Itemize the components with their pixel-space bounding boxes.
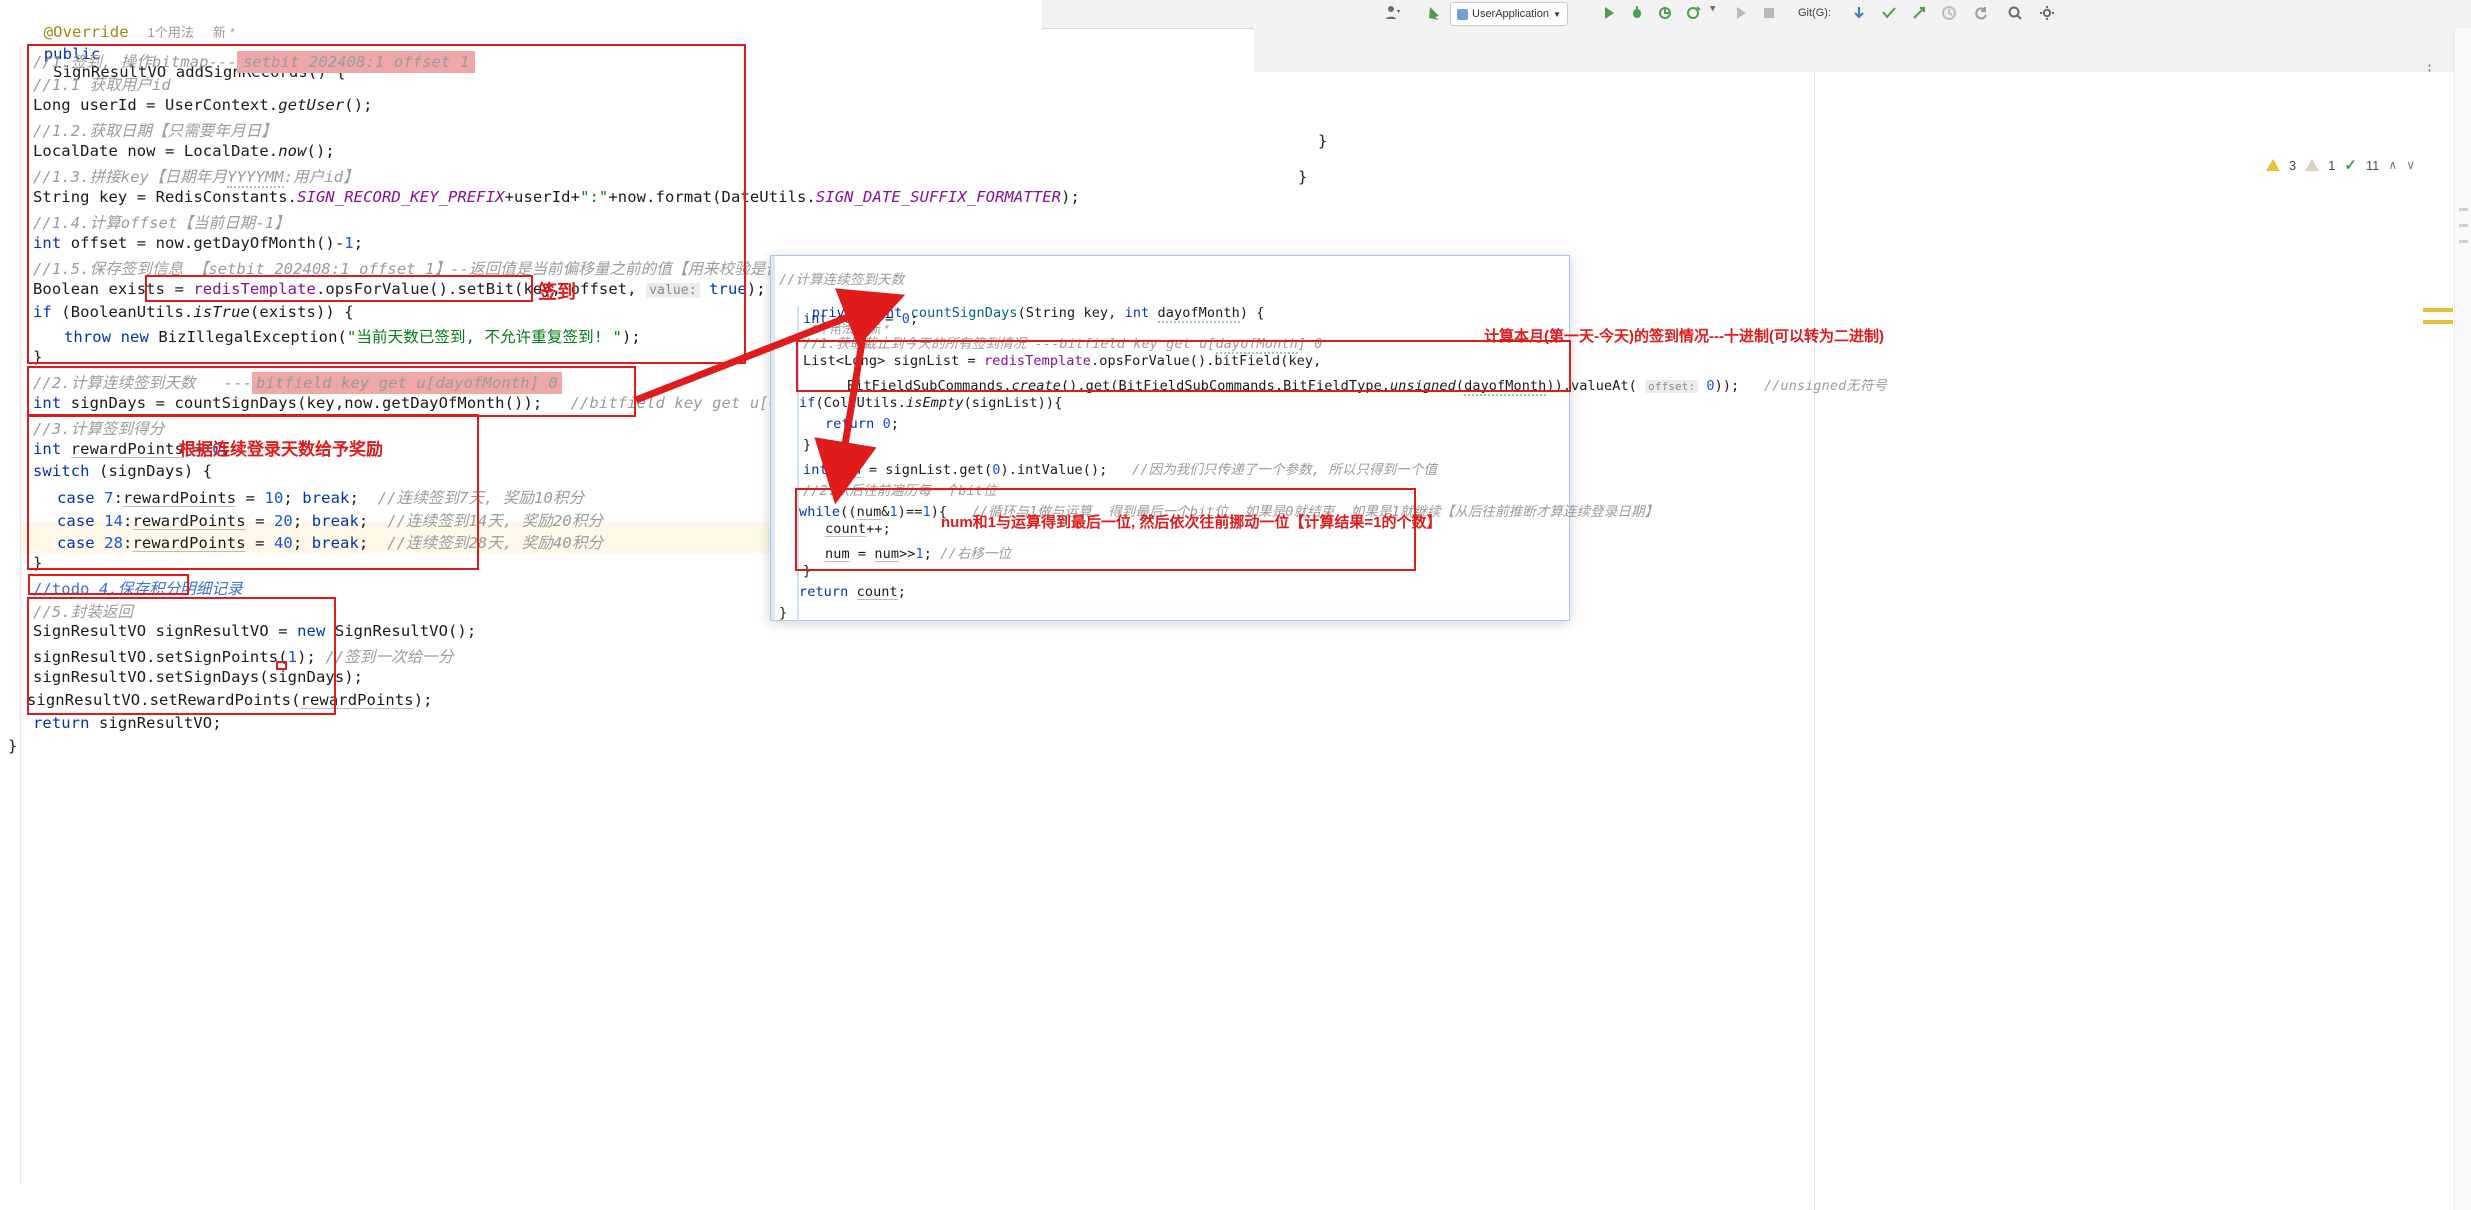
typo-check-icon: ✓	[2344, 156, 2357, 174]
settings-gear-icon[interactable]	[2038, 4, 2056, 22]
annotation-box-step5	[27, 597, 336, 715]
error-count: 3	[2289, 158, 2296, 173]
editor-scrollbar[interactable]	[2454, 28, 2471, 1210]
annotation-box-todo4	[28, 574, 189, 595]
popup-line-close-method: }	[779, 605, 787, 621]
attach-profiler-icon[interactable]	[1384, 4, 1402, 22]
note-bit-and: num和1与运算得到最后一位, 然后依次往前挪动一位【计算结果=1的个数】	[941, 511, 1441, 532]
editor-split-left[interactable]: } }	[1254, 72, 1815, 1210]
profile-button[interactable]	[1684, 4, 1702, 22]
git-update-icon[interactable]	[1850, 4, 1868, 22]
line-close-method: }	[8, 737, 17, 755]
search-icon[interactable]	[2006, 4, 2024, 22]
marker-stripe-tick-2	[2459, 224, 2468, 227]
run-configuration-selector[interactable]: UserApplication ▼	[1450, 2, 1568, 26]
popup-comment-title: //计算连续签到天数	[779, 268, 904, 288]
annotation-box-step1	[27, 44, 746, 364]
editor-split-right[interactable]: 3 1 ✓ 11 ∧ ∨	[1815, 72, 2455, 1210]
marker-stripe-warning-2[interactable]	[2423, 320, 2453, 324]
inspection-widget[interactable]: 3 1 ✓ 11 ∧ ∨	[2266, 156, 2415, 174]
popup-line-return-count: return count;	[799, 584, 906, 600]
ok-count: 11	[2366, 158, 2380, 173]
marker-stripe-warning-1[interactable]	[2423, 308, 2453, 312]
ide-toolbar[interactable]: UserApplication ▼ ▼ Git(G):	[1040, 0, 2471, 29]
git-push-icon[interactable]	[1910, 4, 1928, 22]
annotation-box-bitfield-call	[796, 340, 1571, 392]
chevron-up-icon[interactable]: ∧	[2388, 158, 2397, 172]
right-tool-window-label[interactable]	[2459, 96, 2470, 99]
popup-line-count-init: int count = 0;	[803, 311, 918, 327]
marker-stripe-tick-3	[2459, 240, 2468, 243]
chevron-down-icon[interactable]: ∨	[2406, 158, 2415, 172]
debug-button[interactable]	[1628, 4, 1646, 22]
chevron-down-icon[interactable]: ▼	[1710, 4, 1728, 22]
annotation-box-setbit-call	[145, 275, 533, 302]
run-with-coverage-button[interactable]	[1656, 4, 1674, 22]
undo-arrow-icon[interactable]	[1426, 4, 1444, 22]
git-menu-label[interactable]: Git(G):	[1798, 7, 1831, 19]
weak-warning-count: 1	[2328, 158, 2335, 173]
marker-stripe-tick-1	[2459, 208, 2468, 211]
run-config-icon	[1457, 9, 1468, 20]
annotation-box-step2	[27, 366, 636, 417]
note-sign-in: 签到	[538, 277, 576, 304]
note-reward-rule: 根据连续登录天数给予奖励	[179, 435, 383, 460]
popup-left-strip	[771, 256, 775, 620]
stop-button	[1760, 4, 1778, 22]
weak-warning-icon	[2305, 159, 2319, 171]
popup-line-close-if: }	[803, 437, 811, 453]
popup-line-if-empty: if(CollUtils.isEmpty(signList)){	[799, 395, 1062, 411]
run-button[interactable]	[1600, 4, 1618, 22]
editor-tab-bar[interactable]: ⋮	[1254, 28, 2471, 73]
error-icon	[2266, 159, 2280, 171]
editor-bg-brace-2: }	[1298, 168, 1307, 186]
popup-line-num: int num = signList.get(0).intValue(); //…	[803, 458, 1437, 478]
run-gray-button	[1732, 4, 1750, 22]
git-history-icon	[1940, 4, 1958, 22]
editor-bg-brace-1: }	[1318, 132, 1327, 150]
git-commit-icon[interactable]	[1880, 4, 1898, 22]
gutter-divider	[20, 44, 21, 1184]
run-config-label: UserApplication	[1472, 8, 1549, 20]
chevron-down-icon: ▼	[1553, 10, 1561, 19]
git-rollback-icon[interactable]	[1972, 4, 1990, 22]
line-return-vo: return signResultVO;	[33, 714, 222, 732]
popup-line-return-0: return 0;	[825, 416, 899, 432]
note-month-calc: 计算本月(第一天-今天)的签到情况---十进制(可以转为二进制)	[1484, 325, 1884, 346]
